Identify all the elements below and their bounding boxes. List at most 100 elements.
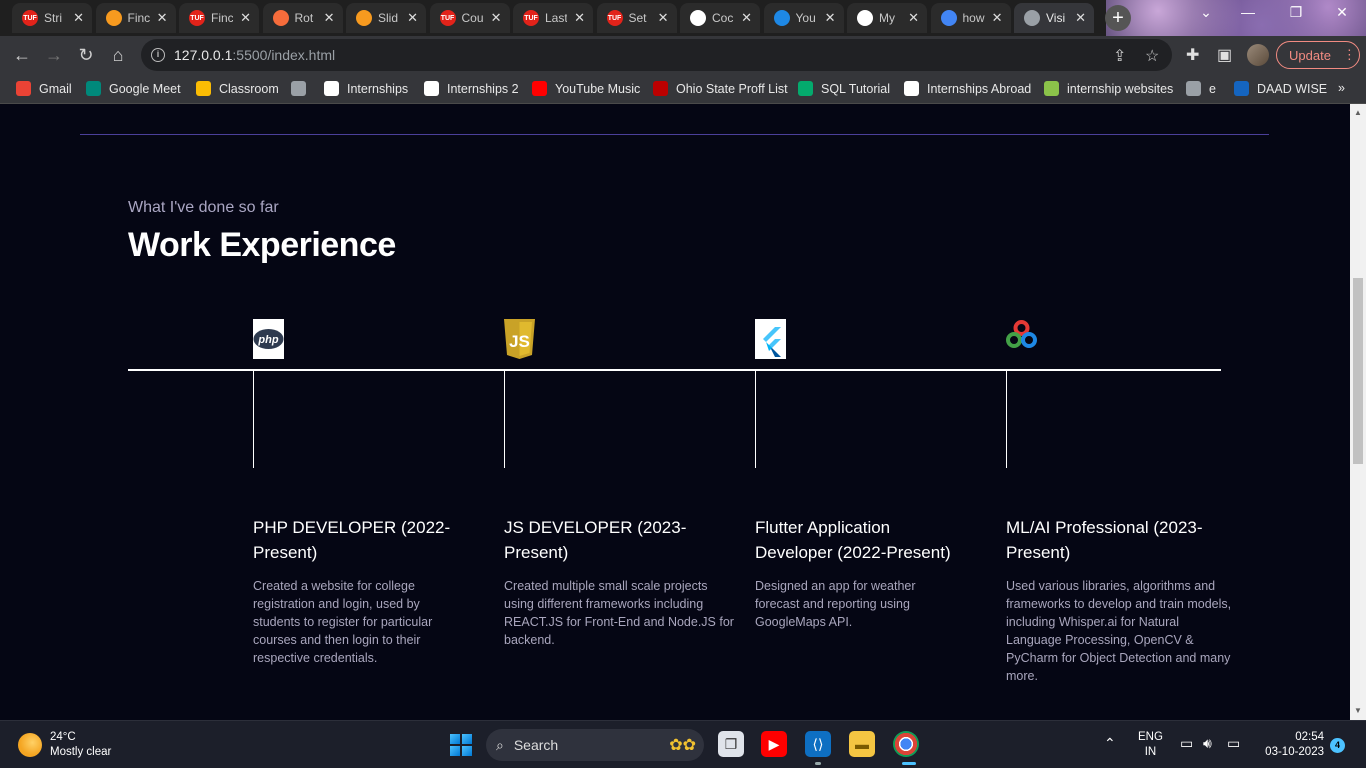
minimize-button[interactable]: — [1228,4,1268,20]
close-tab-icon[interactable]: ✕ [73,10,84,26]
experience-description: Used various libraries, algorithms and f… [1006,579,1232,683]
close-tab-icon[interactable]: ✕ [908,10,919,26]
windows-start-icon[interactable] [450,734,472,756]
browser-tab[interactable]: TUF Stri ✕ [12,3,92,33]
update-button[interactable]: Update ⋮ [1276,41,1360,69]
file-explorer-icon[interactable]: ▬ [849,731,875,757]
browser-tab[interactable]: TUF Finc ✕ [179,3,259,33]
bookmark-item[interactable]: Ohio State Proff List [653,81,788,96]
sheets-icon [1044,81,1059,96]
tab-search-chevron-icon[interactable]: ⌄ [1186,4,1226,21]
extensions-puzzle-icon[interactable]: ✚ [1186,45,1199,65]
php-icon: php [253,319,284,359]
bookmark-item[interactable]: Google Meet [86,81,181,96]
volume-icon[interactable]: 🔊︎ [1203,735,1212,752]
bookmark-item[interactable] [291,81,314,96]
bookmark-item[interactable]: Classroom [196,81,279,96]
weather-widget[interactable]: 24°C Mostly clear [50,730,111,760]
close-tab-icon[interactable]: ✕ [574,10,585,26]
close-tab-icon[interactable]: ✕ [157,10,168,26]
bookmark-label: Ohio State Proff List [676,81,788,96]
browser-tab[interactable]: Slid ✕ [346,3,426,33]
github-icon [324,81,339,96]
site-info-icon[interactable]: i [151,48,165,62]
close-tab-icon[interactable]: ✕ [407,10,418,26]
bookmark-item[interactable]: SQL Tutorial [798,81,890,96]
browser-tab[interactable]: Coc ✕ [680,3,760,33]
close-tab-icon[interactable]: ✕ [324,10,335,26]
url-text[interactable]: 127.0.0.1:5500/index.html [174,47,335,63]
task-view-icon[interactable]: ❐ [718,731,744,757]
reload-button[interactable]: ↻ [76,45,96,65]
language-indicator[interactable]: ENG IN [1138,730,1163,760]
close-tab-icon[interactable]: ✕ [491,10,502,26]
bookmark-item[interactable]: Gmail [16,81,72,96]
bookmark-item[interactable]: DAAD WISE [1234,81,1327,96]
scroll-down-arrow-icon[interactable]: ▼ [1354,706,1362,715]
home-button[interactable]: ⌂ [108,45,128,65]
profile-avatar[interactable] [1247,44,1269,66]
bookmark-item[interactable]: internship websites [1044,81,1173,96]
restore-button[interactable]: ❐ [1276,4,1316,21]
vscode-app-icon[interactable]: ⟨⟩ [805,731,831,757]
codingninjas-icon [272,10,289,26]
close-tab-icon[interactable]: ✕ [825,10,836,26]
bookmark-item[interactable]: YouTube Music [532,81,640,96]
side-panel-icon[interactable]: ▣ [1217,45,1232,65]
tab-title: Finc [127,11,150,25]
close-tab-icon[interactable]: ✕ [658,10,669,26]
ohio-state-icon [653,81,668,96]
browser-tab[interactable]: TUF Last ✕ [513,3,593,33]
battery-icon[interactable]: ▭ [1227,735,1240,752]
bookmark-item[interactable]: Internships Abroad [904,81,1031,96]
bookmark-item[interactable]: Internships 2 [424,81,519,96]
experience-title: ML/AI Professional (2023-Present) [1006,518,1203,562]
close-tab-icon[interactable]: ✕ [992,10,1003,26]
bookmark-item[interactable]: e [1186,81,1216,96]
close-tab-icon[interactable]: ✕ [240,10,251,26]
close-tab-icon[interactable]: ✕ [741,10,752,26]
chrome-app-icon[interactable] [893,731,919,757]
tab-title: You [795,11,816,25]
bookmark-label: Internships Abroad [927,81,1032,96]
s-icon [773,10,790,26]
url-path: :5500/index.html [232,47,336,63]
experience-title: JS DEVELOPER (2023-Present) [504,518,687,562]
more-bookmarks-button[interactable]: » [1338,81,1345,95]
page-scrollbar[interactable]: ▲ ▼ [1350,104,1366,720]
browser-tab[interactable]: how ✕ [930,3,1011,33]
show-hidden-icons-chevron-icon[interactable]: ⌃ [1104,735,1116,752]
menu-dots-icon: ⋮ [1342,47,1356,62]
browser-tab[interactable]: TUF Set ✕ [596,3,677,33]
back-button[interactable]: ← [12,45,32,65]
system-clock[interactable]: 02:54 03-10-2023 [1256,730,1324,760]
scroll-up-arrow-icon[interactable]: ▲ [1354,108,1362,117]
close-tab-icon[interactable]: ✕ [1075,10,1086,26]
tab-title: how [962,11,985,25]
bookmark-item[interactable]: Internships [324,81,408,96]
notification-badge[interactable]: 4 [1330,738,1345,753]
browser-tab[interactable]: Finc ✕ [95,3,176,33]
experience-description: Created a website for college registrati… [253,579,433,665]
browser-tab[interactable]: You ✕ [763,3,844,33]
forward-button[interactable]: → [44,45,64,65]
network-icon[interactable]: ▭ [1180,735,1193,752]
browser-tab[interactable]: Visi ✕ [1014,3,1094,33]
bookmark-star-icon[interactable]: ☆ [1145,46,1159,66]
new-tab-button[interactable]: + [1105,5,1131,31]
flutter-icon [755,319,786,359]
browser-tab[interactable]: My ✕ [847,3,927,33]
svg-text:JS: JS [509,332,530,351]
youtube-app-icon[interactable]: ▶ [761,731,787,757]
browser-tab[interactable]: Rot ✕ [262,3,343,33]
scrollbar-thumb[interactable] [1353,278,1363,464]
taskbar-search-box[interactable]: ⌕ Search ✿✿ [486,729,704,761]
bookmark-label: DAAD WISE [1257,81,1328,96]
tab-title: Cou [461,11,484,25]
share-icon[interactable]: ⇪ [1113,46,1126,66]
browser-tab[interactable]: TUF Cou ✕ [429,3,510,33]
weather-moon-icon[interactable] [18,733,42,757]
close-window-button[interactable]: ✕ [1322,4,1362,21]
timeline-line [128,369,1221,371]
address-bar[interactable]: i 127.0.0.1:5500/index.html ⇪ ☆ [141,39,1172,71]
